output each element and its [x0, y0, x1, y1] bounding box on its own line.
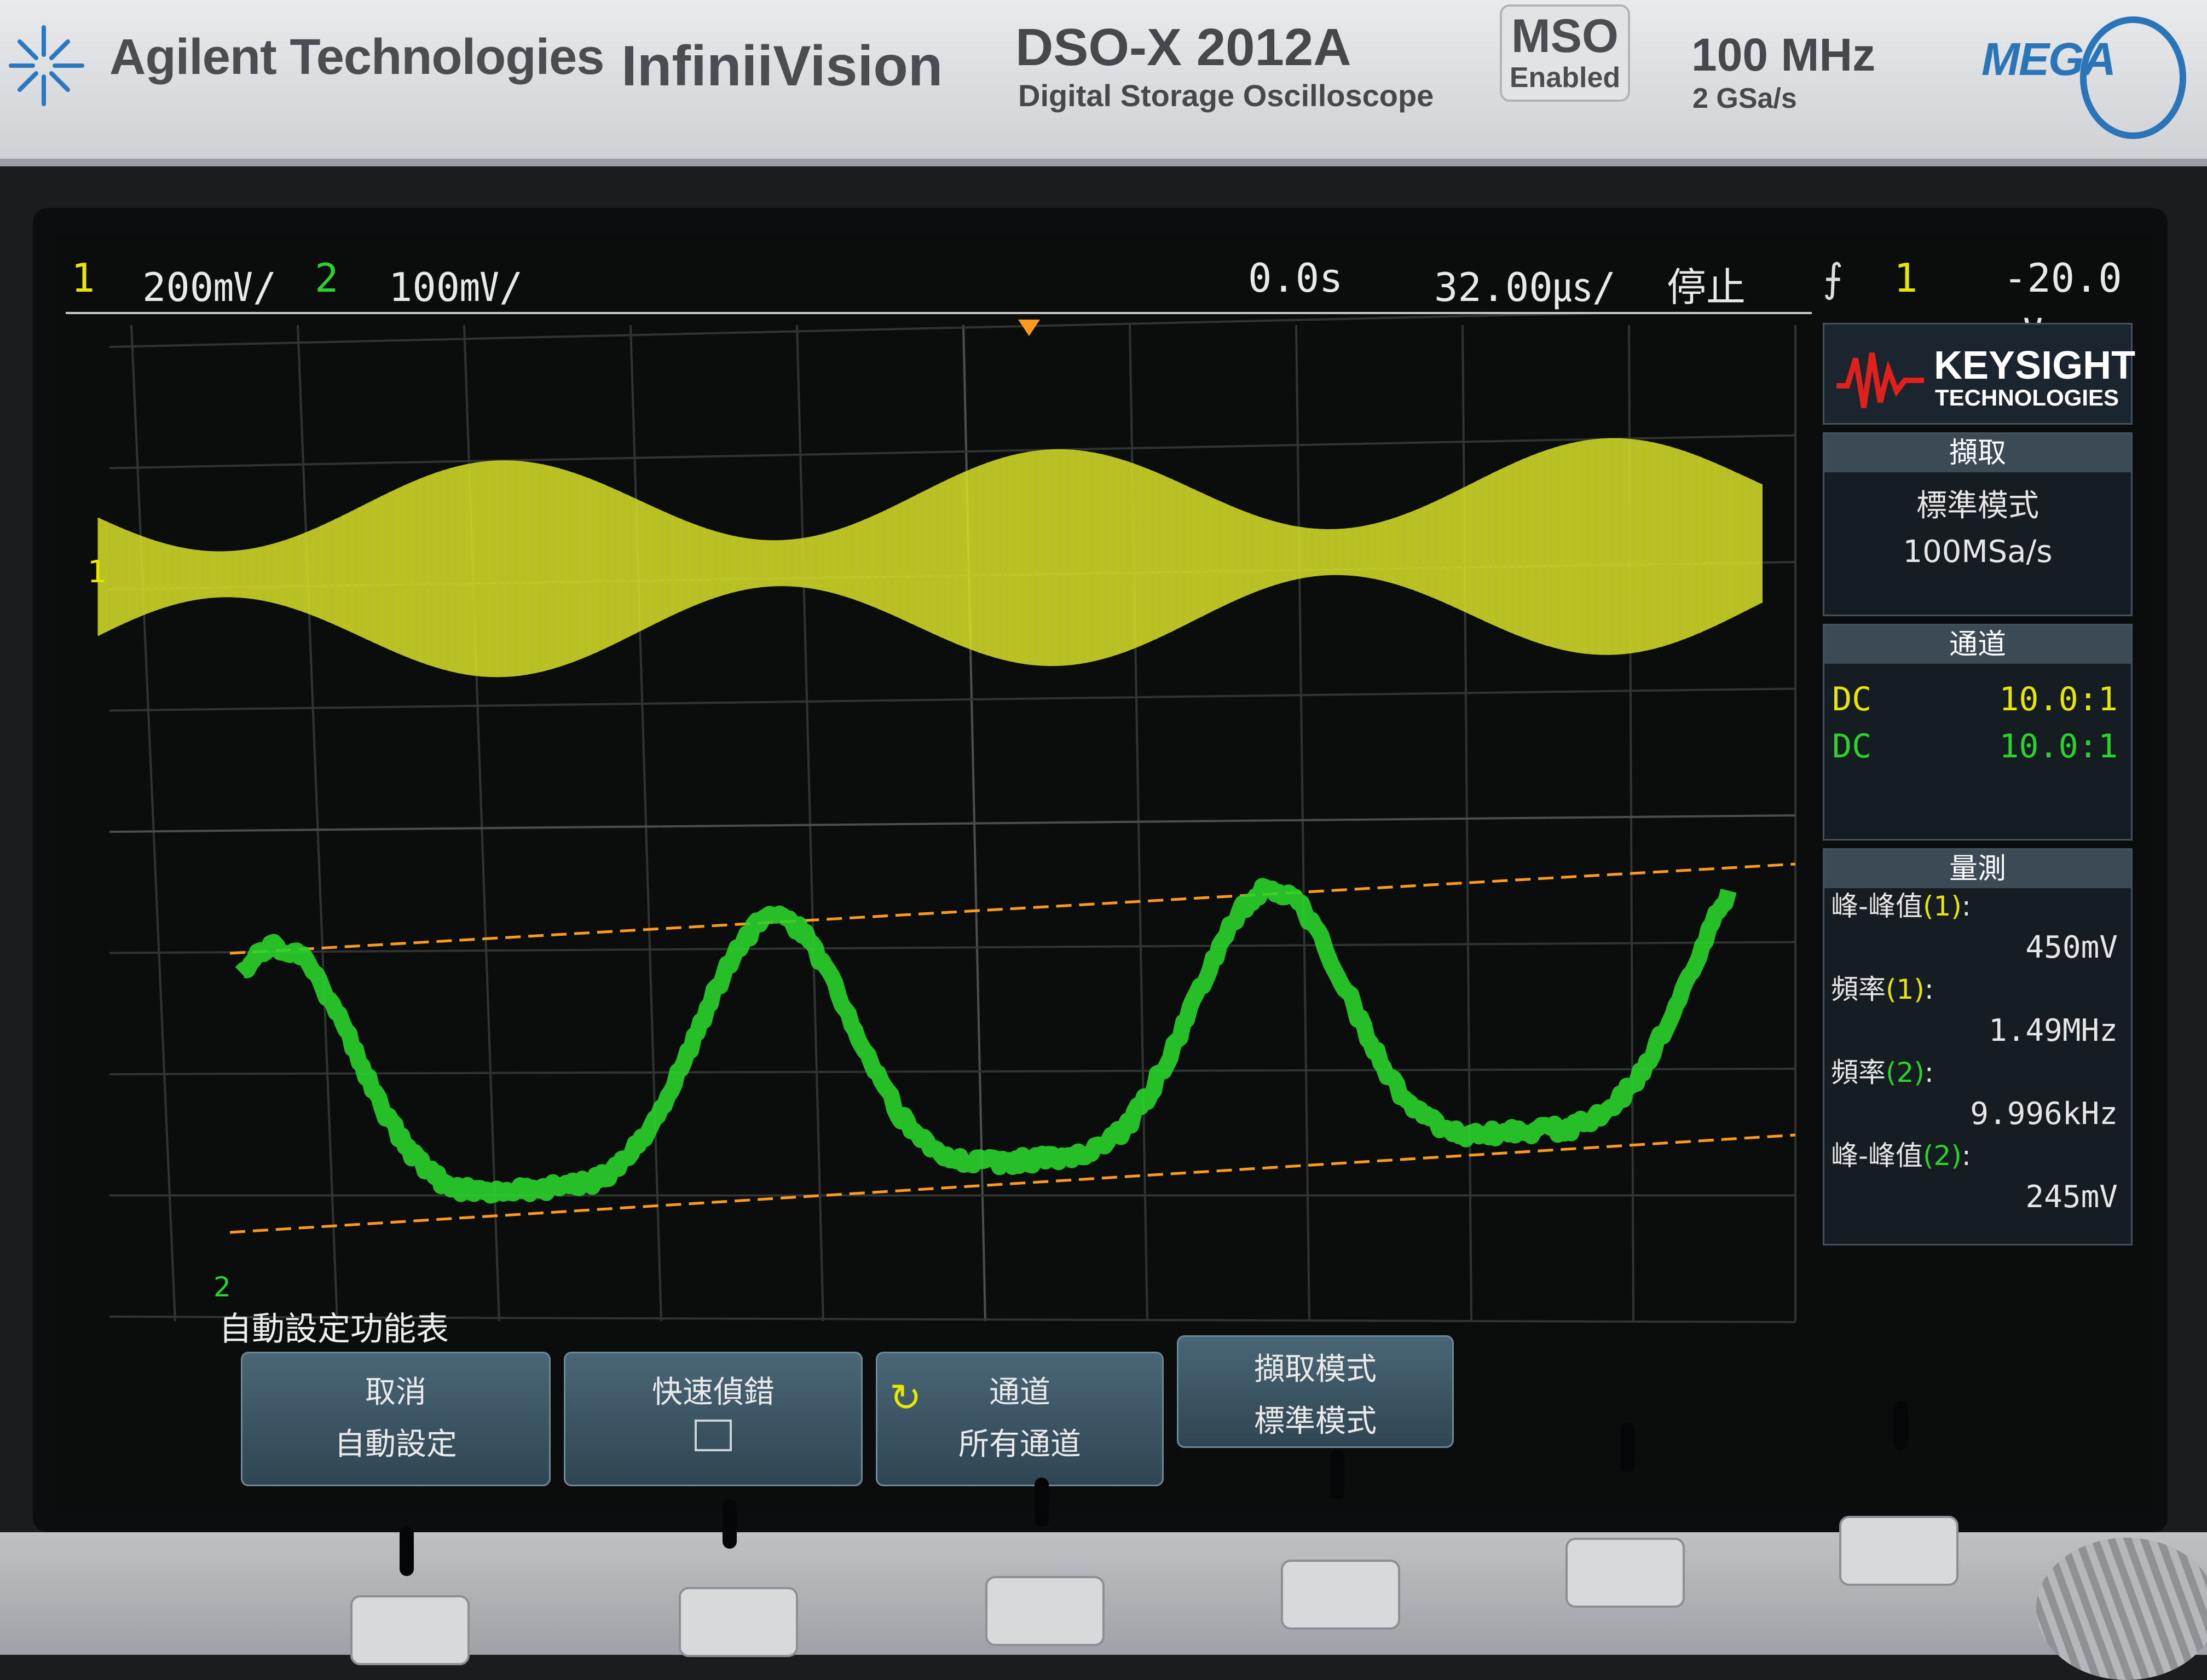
- waveform-svg: 1 2: [66, 314, 1812, 1354]
- channel-row-1: DC 10.0:1: [1824, 675, 2131, 722]
- softkey-peg: [1035, 1478, 1049, 1527]
- softkey-sublabel: 標準模式: [1178, 1397, 1452, 1441]
- ch1-coupling: DC: [1832, 680, 1871, 719]
- channel-panel-title: 通道: [1824, 625, 2131, 664]
- acquire-mode: 標準模式: [1824, 483, 2131, 529]
- series-name: InfiniiVision: [621, 34, 943, 99]
- ch1-vertical-scale: 200㎷/: [142, 255, 276, 312]
- softkey-peg: [1894, 1401, 1908, 1450]
- ch2-coupling: DC: [1832, 727, 1871, 766]
- fast-debug-checkbox[interactable]: [695, 1420, 732, 1451]
- mso-badge: MSO Enabled: [1500, 4, 1630, 102]
- ch2-indicator[interactable]: 2: [315, 255, 338, 301]
- acquire-panel: 擷取 標準模式 100MSa/s: [1823, 432, 2133, 616]
- softkey-fast-debug[interactable]: 快速偵錯: [564, 1352, 863, 1486]
- keysight-logo: KEYSIGHT TECHNOLOGIES: [1823, 323, 2133, 425]
- graticule-vertical-line: [131, 325, 175, 1321]
- measurement-label: 峰-峰值(2):: [1824, 1138, 2131, 1174]
- ch1-am-trace: [99, 438, 1763, 677]
- softkey-button-4[interactable]: [1281, 1560, 1400, 1630]
- softkey-peg: [1330, 1450, 1344, 1499]
- softkey-button-5[interactable]: [1565, 1538, 1685, 1608]
- ch2-ground-marker: 2: [213, 1271, 231, 1303]
- graticule-vertical-line: [1463, 325, 1471, 1321]
- softkey-sublabel: 所有通道: [877, 1420, 1162, 1464]
- ch1-indicator[interactable]: 1: [71, 255, 95, 301]
- acquire-rate: 100MSa/s: [1824, 529, 2131, 575]
- softkey-button-6[interactable]: [1839, 1516, 1958, 1586]
- softkey-cancel-autoscale[interactable]: 取消 自動設定: [241, 1352, 551, 1486]
- trigger-source: 1: [1894, 255, 1917, 301]
- oscilloscope-display: 1 200㎷/ 2 100㎷/ 0.0s 32.00㎲/ 停止 ⨍ 1 -20.…: [55, 235, 2151, 1510]
- agilent-spark-logo: [0, 22, 88, 109]
- measurement-label: 峰-峰值(1):: [1824, 888, 2131, 924]
- ch1-probe-ratio: 10.0:1: [1999, 680, 2118, 719]
- keysight-wave-icon: [1836, 347, 1924, 413]
- channel-panel: 通道 DC 10.0:1 DC 10.0:1: [1823, 624, 2133, 841]
- megazoom-z-icon: [2080, 16, 2186, 139]
- softkey-menu-title: 自動設定功能表: [219, 1302, 449, 1350]
- keysight-sub: TECHNOLOGIES: [1935, 385, 2119, 411]
- keysight-name: KEYSIGHT: [1934, 343, 2135, 388]
- ch1-ground-marker: 1: [88, 554, 107, 590]
- softkey-peg: [400, 1527, 414, 1576]
- waveform-area[interactable]: 1 2: [66, 312, 1812, 1354]
- graticule-vertical-line: [797, 325, 823, 1321]
- ch2-probe-ratio: 10.0:1: [1999, 727, 2118, 766]
- measurement-value: 9.996kHz: [1824, 1091, 2131, 1138]
- acquire-panel-title: 擷取: [1824, 434, 2131, 472]
- softkey-button-3[interactable]: [985, 1576, 1105, 1646]
- info-side-panel: KEYSIGHT TECHNOLOGIES 擷取 標準模式 100MSa/s 通…: [1823, 317, 2129, 1357]
- status-bar: 1 200㎷/ 2 100㎷/ 0.0s 32.00㎲/ 停止 ⨍ 1 -20.…: [55, 235, 2151, 306]
- mso-badge-status: Enabled: [1502, 62, 1628, 93]
- graticule-horizontal-line: [109, 689, 1795, 711]
- ch1-envelope-fill: [99, 438, 1763, 677]
- ch2-trace-line: [241, 886, 1729, 1195]
- ch2-demodulated-trace: [241, 886, 1729, 1195]
- measurement-label: 頻率(1):: [1824, 971, 2131, 1007]
- bandwidth-spec: 100 MHz: [1691, 28, 1875, 82]
- measurement-value: 450mV: [1824, 924, 2131, 971]
- channel-row-2: DC 10.0:1: [1824, 722, 2131, 769]
- graticule-horizontal-line: [109, 815, 1795, 832]
- measurement-value: 1.49MHz: [1824, 1007, 2131, 1055]
- softkey-acquire-mode[interactable]: 擷取模式 標準模式: [1177, 1335, 1454, 1448]
- mso-badge-title: MSO: [1502, 10, 1628, 62]
- time-scale: 32.00㎲/: [1434, 255, 1616, 312]
- entry-knob[interactable]: [2036, 1538, 2207, 1680]
- softkey-button-2[interactable]: [679, 1587, 798, 1657]
- graticule-horizontal-line: [109, 314, 1795, 347]
- softkey-label: 擷取模式: [1178, 1345, 1452, 1389]
- rotate-knob-icon: ↻: [889, 1375, 922, 1420]
- measurement-panel: 量測 峰-峰值(1): 450mV 頻率(1): 1.49MHz 頻率(2): …: [1823, 848, 2133, 1245]
- instrument-header: Agilent Technologies InfiniiVision DSO-X…: [0, 0, 2207, 166]
- softkey-peg: [1620, 1423, 1634, 1472]
- trigger-position-marker: [1018, 320, 1040, 336]
- trigger-level-line-upper: [230, 864, 1795, 953]
- ch2-vertical-scale: 100㎷/: [389, 255, 523, 312]
- model-name: DSO-X 2012A: [1015, 18, 1351, 78]
- measurement-panel-title: 量測: [1824, 850, 2131, 888]
- brand-name: Agilent Technologies: [109, 28, 604, 86]
- graticule-vertical-line: [631, 325, 661, 1321]
- softkey-sublabel: 自動設定: [242, 1420, 549, 1464]
- trigger-edge-icon: ⨍: [1823, 255, 1844, 301]
- softkey-label: 取消: [242, 1368, 549, 1412]
- run-state: 停止: [1667, 255, 1746, 312]
- measurement-label: 頻率(2):: [1824, 1055, 2131, 1091]
- softkey-channels[interactable]: ↻ 通道 所有通道: [876, 1352, 1164, 1486]
- graticule-vertical-line: [1296, 325, 1309, 1321]
- softkey-peg: [723, 1499, 737, 1549]
- time-offset: 0.0s: [1248, 255, 1343, 301]
- model-description: Digital Storage Oscilloscope: [1018, 78, 1434, 113]
- graticule-vertical-line: [298, 325, 337, 1321]
- softkey-label: 快速偵錯: [565, 1368, 861, 1412]
- sample-rate-spec: 2 GSa/s: [1692, 82, 1797, 115]
- graticule-horizontal-line: [109, 942, 1795, 953]
- measurement-value: 245mV: [1824, 1174, 2131, 1221]
